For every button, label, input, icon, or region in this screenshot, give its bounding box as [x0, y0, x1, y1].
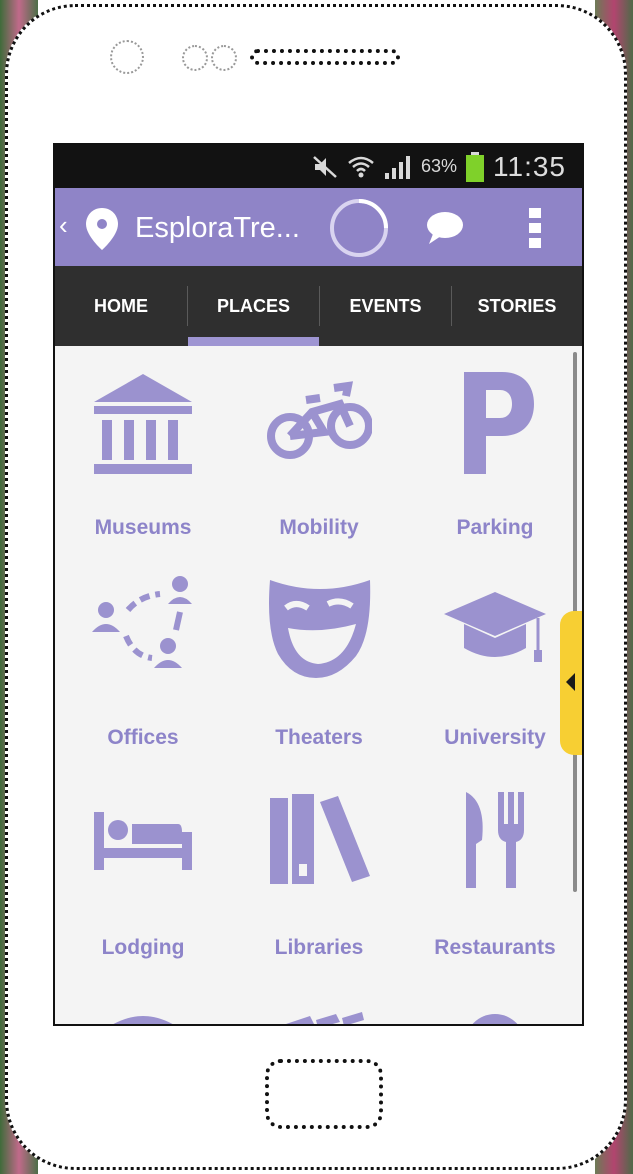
places-grid: Museums Mobility Parking Offices Theater…	[55, 346, 582, 1024]
category-museums[interactable]: Museums	[55, 346, 231, 556]
drawer-handle[interactable]	[560, 611, 582, 755]
location-pin-icon[interactable]	[84, 206, 120, 252]
category-label: Theaters	[275, 726, 363, 749]
tab-bar: HOME PLACES EVENTS STORIES	[55, 266, 582, 346]
category-icon	[286, 1012, 364, 1024]
chat-icon[interactable]	[425, 210, 465, 246]
bed-icon	[94, 812, 192, 870]
action-bar: ‹ EsploraTre...	[55, 188, 582, 266]
museum-icon	[94, 374, 192, 474]
parking-icon	[464, 372, 534, 474]
status-bar: 63% 11:35	[55, 145, 582, 188]
category-label: Mobility	[279, 516, 359, 539]
app-title[interactable]: EsploraTre...	[135, 212, 300, 245]
sensor-icon	[182, 45, 208, 71]
category-label: Lodging	[101, 936, 185, 959]
category-label: Museums	[94, 516, 192, 539]
category-restaurants[interactable]: Restaurants	[407, 766, 582, 976]
category-lodging[interactable]: Lodging	[55, 766, 231, 976]
loading-spinner	[330, 199, 388, 257]
category-label: Libraries	[274, 936, 364, 959]
signal-icon	[384, 155, 410, 179]
category-parking[interactable]: Parking	[407, 346, 582, 556]
arrow-left-icon	[566, 673, 575, 691]
graduation-cap-icon	[444, 592, 546, 662]
category-offices[interactable]: Offices	[55, 556, 231, 766]
bicycle-icon	[267, 381, 372, 459]
wifi-icon	[348, 156, 374, 177]
phone-screen: 63% 11:35 ‹ EsploraTre... HOME PLACES EV…	[53, 143, 584, 1026]
battery-percentage: 63%	[420, 156, 457, 176]
category-mobility[interactable]: Mobility	[231, 346, 407, 556]
fork-knife-icon	[466, 792, 524, 888]
category-label: University	[444, 726, 546, 749]
category-university[interactable]: University	[407, 556, 582, 766]
status-clock: 11:35	[493, 150, 566, 182]
category-partial[interactable]	[407, 976, 582, 1024]
offices-icon	[92, 576, 192, 668]
category-theaters[interactable]: Theaters	[231, 556, 407, 766]
tab-stories[interactable]: STORIES	[452, 266, 582, 346]
books-icon	[270, 794, 370, 884]
overflow-menu-icon[interactable]	[529, 208, 541, 248]
home-button[interactable]	[265, 1059, 383, 1129]
category-libraries[interactable]: Libraries	[231, 766, 407, 976]
chevron-left-icon[interactable]: ‹	[59, 210, 68, 241]
selected-tab-indicator	[188, 337, 319, 346]
tab-events[interactable]: EVENTS	[320, 266, 451, 346]
front-camera-icon	[110, 40, 144, 74]
tab-places[interactable]: PLACES	[188, 266, 319, 346]
category-icon	[113, 1016, 173, 1024]
sensor-icon	[211, 45, 237, 71]
category-label: Parking	[456, 516, 534, 539]
category-label: Offices	[107, 726, 179, 749]
tab-home[interactable]: HOME	[55, 266, 187, 346]
category-label: Restaurants	[434, 936, 556, 959]
category-partial[interactable]	[55, 976, 231, 1024]
battery-icon	[466, 151, 484, 182]
speaker-grille	[250, 49, 400, 65]
category-icon	[472, 1014, 518, 1024]
theater-mask-icon	[269, 580, 371, 678]
category-partial[interactable]	[231, 976, 407, 1024]
mute-icon	[313, 155, 337, 178]
